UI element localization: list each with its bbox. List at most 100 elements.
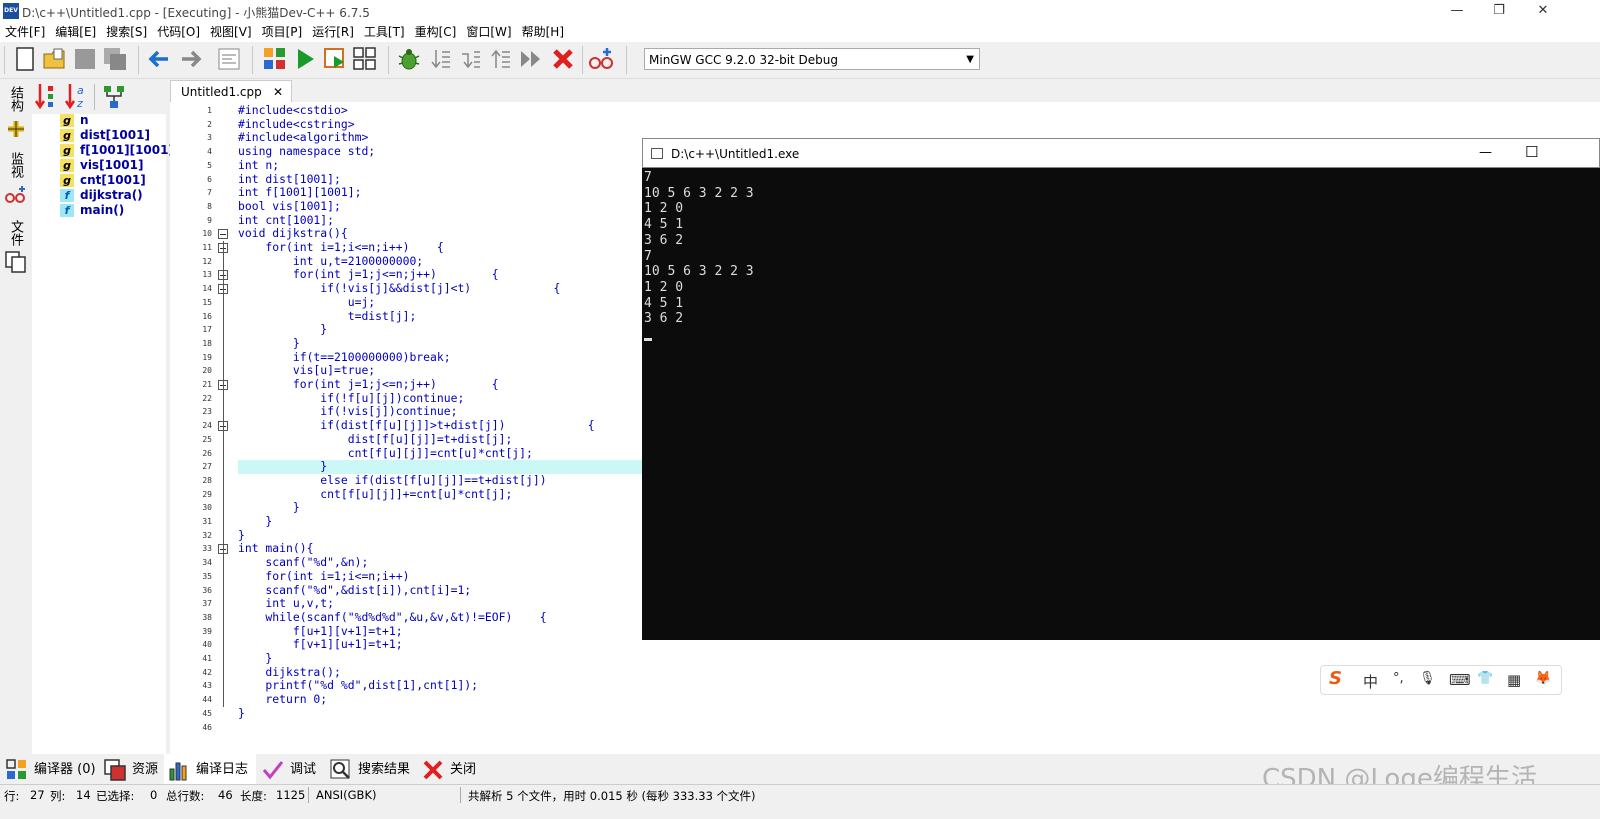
menu-refactor[interactable]: 重构[C] [410,22,462,42]
step-into-icon[interactable] [458,46,484,72]
code-line[interactable]: return 0; [238,692,327,707]
console-maximize-button[interactable]: ☐ [1525,143,1538,161]
code-line[interactable]: } [238,322,327,337]
code-line[interactable]: } [238,706,245,721]
tab-compile-log[interactable]: 编译日志 [168,758,248,782]
undo-icon[interactable] [146,46,172,72]
tab-files[interactable]: 文件 [6,220,25,246]
menu-file[interactable]: 文件[F] [0,22,50,42]
code-line[interactable]: } [238,336,300,351]
code-line[interactable]: bool vis[1001]; [238,199,341,214]
compiler-select[interactable]: MinGW GCC 9.2.0 32-bit Debug ▼ [644,48,980,70]
code-line[interactable]: } [238,459,327,474]
code-line[interactable]: int cnt[1001]; [238,213,334,228]
new-file-icon[interactable] [12,46,38,72]
compile-icon[interactable] [262,46,288,72]
mascot-icon[interactable]: 🦊 [1535,671,1551,686]
code-line[interactable]: } [238,514,272,529]
code-line[interactable]: int u,t=2100000000; [238,254,423,269]
code-line[interactable]: while(scanf("%d%d%d",&u,&v,&t)!=EOF) { [238,610,546,625]
code-line[interactable]: void dijkstra(){ [238,227,348,241]
code-line[interactable]: } [238,528,245,543]
stop-icon[interactable] [550,46,576,72]
list-item[interactable]: gn [60,113,89,127]
code-line[interactable]: if(!vis[j]&&dist[j]<t) { [238,281,560,296]
code-line[interactable]: cnt[f[u][j]]+=cnt[u]*cnt[j]; [238,487,512,502]
list-item[interactable]: g dist[1001] [60,128,150,142]
menu-help[interactable]: 帮助[H] [517,22,569,42]
console-window[interactable]: D:\c++\Untitled1.exe — ☐ 7 10 5 6 3 2 2 3… [642,138,1600,640]
watch-icon[interactable] [4,184,28,206]
code-line[interactable]: if(!vis[j])continue; [238,405,457,419]
code-line[interactable]: if(!f[u][j])continue; [238,391,464,406]
microphone-icon[interactable]: 🎙 [1419,671,1436,686]
structure-icon[interactable] [4,118,28,140]
tab-watch[interactable]: 监视 [6,152,25,178]
code-line[interactable]: } [238,501,300,515]
format-code-icon[interactable] [216,46,242,72]
close-button[interactable]: ✕ [1520,0,1566,22]
menu-run[interactable]: 运行[R] [307,22,359,42]
sort-alpha-icon[interactable]: az [64,82,88,110]
code-line[interactable]: int dist[1001]; [238,172,341,187]
list-item[interactable]: g cnt[1001] [60,173,146,187]
code-line[interactable]: for(int i=1;i<=n;i++) [238,569,409,584]
code-line[interactable]: cnt[f[u][j]]=cnt[u]*cnt[j]; [238,446,533,461]
tab-close[interactable]: 关闭 [422,758,476,782]
sogou-logo-icon[interactable]: S [1329,668,1342,689]
code-line[interactable]: f[u+1][v+1]=t+1; [238,624,403,639]
code-line[interactable]: for(int i=1;i<=n;i++) { [238,240,443,255]
code-line[interactable]: vis[u]=true; [238,364,375,378]
code-line[interactable]: for(int j=1;j<=n;j++) { [238,377,499,392]
menu-tools[interactable]: 工具[T] [359,22,410,42]
rebuild-icon[interactable] [352,46,378,72]
tab-compiler[interactable]: 编译器 (0) [6,758,96,782]
compile-run-icon[interactable] [322,46,348,72]
code-line[interactable]: using namespace std; [238,144,375,159]
code-line[interactable]: #include<cstring> [238,117,355,132]
code-line[interactable]: int n; [238,158,279,173]
debug-icon[interactable] [396,46,422,72]
code-line[interactable]: int f[1001][1001]; [238,185,361,200]
keyboard-icon[interactable]: ⌨ [1449,671,1471,689]
files-icon[interactable] [4,250,28,274]
menu-code[interactable]: 代码[O] [152,22,205,42]
show-inherited-icon[interactable] [102,84,126,110]
skin-icon[interactable]: 👕 [1477,671,1493,686]
code-line[interactable]: #include<algorithm> [238,131,368,145]
code-line[interactable]: f[v+1][u+1]=t+1; [238,638,403,652]
restore-button[interactable]: ❐ [1476,0,1522,22]
code-line[interactable]: scanf("%d",&n); [238,555,368,570]
tab-search-results[interactable]: 搜索结果 [330,758,410,782]
menu-window[interactable]: 窗口[W] [461,22,516,42]
tab-resources[interactable]: 资源 [104,758,158,782]
tab-untitled1[interactable]: Untitled1.cpp ✕ [170,80,292,102]
code-line[interactable]: int u,v,t; [238,596,334,611]
step-over-icon[interactable] [428,46,454,72]
list-item[interactable]: g f[1001][1001] [60,143,174,157]
minimize-button[interactable]: — [1434,0,1480,22]
code-line[interactable]: else if(dist[f[u][j]]==t+dist[j]) [238,473,546,488]
redo-icon[interactable] [178,46,204,72]
menu-project[interactable]: 项目[P] [257,22,308,42]
code-line[interactable]: t=dist[j]; [238,309,417,324]
continue-icon[interactable] [518,46,544,72]
code-line[interactable]: u=j; [238,295,375,310]
fold-toggle-icon[interactable] [218,229,228,240]
code-line[interactable]: if(t==2100000000)break; [238,350,451,365]
tab-structure[interactable]: 结构 [6,86,25,112]
open-folder-icon[interactable] [42,46,68,72]
tab-debug[interactable]: 调试 [262,758,316,782]
close-tab-icon[interactable]: ✕ [273,81,283,103]
menu-view[interactable]: 视图[V] [205,22,257,42]
list-item[interactable]: g vis[1001] [60,158,143,172]
menu-search[interactable]: 搜索[S] [101,22,152,42]
code-line[interactable]: for(int j=1;j<=n;j++) { [238,268,499,282]
list-item[interactable]: f main() [60,203,124,217]
save-all-icon[interactable] [102,46,128,72]
console-minimize-button[interactable]: — [1479,145,1492,160]
grid-menu-icon[interactable]: ▦ [1507,671,1521,689]
ime-punctuation-button[interactable]: °, [1393,671,1404,686]
save-icon[interactable] [72,46,98,72]
code-line[interactable]: } [238,651,272,666]
